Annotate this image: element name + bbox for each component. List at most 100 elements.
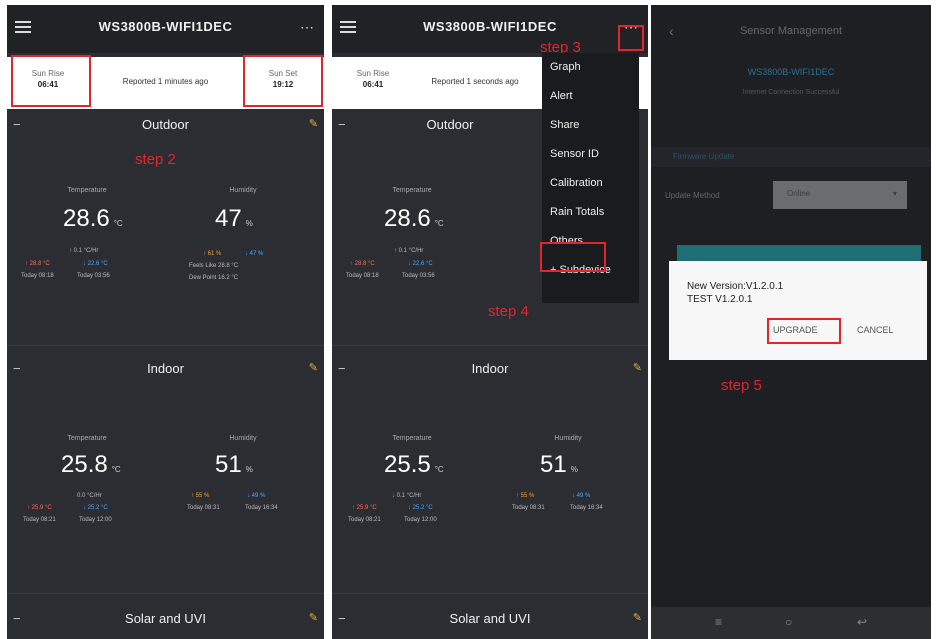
- menu-item-graph[interactable]: Graph: [542, 53, 639, 82]
- divider: [7, 345, 324, 346]
- section-title: Outdoor: [142, 117, 189, 132]
- section-title: Indoor: [147, 361, 184, 376]
- temperature-value: 25.5 °C: [384, 451, 444, 478]
- hum-low-time: Today 16:34: [245, 505, 278, 511]
- section-title: Firmware Update: [673, 152, 735, 161]
- page-title: Sensor Management: [739, 25, 843, 37]
- humidity-label: Humidity: [554, 435, 582, 442]
- hamburger-menu-icon[interactable]: [340, 21, 356, 34]
- temperature-label: Temperature: [67, 435, 107, 442]
- hum-low: ↓ 49 %: [247, 493, 266, 499]
- hum-low-time: Today 16:34: [570, 505, 603, 511]
- temp-low-time: Today 03:56: [402, 273, 435, 279]
- select-value: Online: [787, 189, 811, 198]
- sensor-management-screen: ‹ Sensor Management WS3800B-WIFI1DEC Int…: [651, 5, 931, 639]
- sunrise-box[interactable]: Sun Rise 06:41: [338, 61, 408, 103]
- hum-high: ↑ 55 %: [191, 493, 210, 499]
- solar-section-header[interactable]: − Solar and UVI ✎: [7, 607, 324, 629]
- update-method-label: Update Method: [665, 191, 720, 200]
- hamburger-menu-icon[interactable]: [15, 21, 31, 34]
- reported-text: Reported 1 minutes ago: [122, 77, 209, 86]
- upgrade-highlight: [767, 318, 841, 344]
- menu-item-sensor-id[interactable]: Sensor ID: [542, 140, 639, 169]
- temp-high: ↑ 25.9 °C: [27, 505, 52, 511]
- device-name: WS3800B-WIFI1DEC: [747, 67, 835, 77]
- device-title: WS3800B-WIFI1DEC: [423, 19, 557, 34]
- cancel-button[interactable]: CANCEL: [857, 325, 894, 335]
- hum-high: ↑ 55 %: [516, 493, 535, 499]
- temperature-value: 28.6 °C: [384, 205, 444, 232]
- sunrise-value: 06:41: [362, 80, 384, 89]
- humidity-label: Humidity: [229, 435, 257, 442]
- pin-icon[interactable]: ✎: [633, 361, 642, 374]
- back-arrow-icon[interactable]: ‹: [669, 23, 674, 39]
- hum-low: ↓ 47 %: [245, 251, 264, 257]
- menu-item-rain-totals[interactable]: Rain Totals: [542, 198, 639, 227]
- temp-high-time: Today 08:18: [21, 273, 54, 279]
- new-version-text: New Version:V1.2.0.1: [687, 281, 784, 292]
- temp-low: ↓ 25.2 °C: [83, 505, 108, 511]
- top-bar: WS3800B-WIFI1DEC ⋯: [7, 5, 324, 53]
- android-nav-bar: ≡ ○ ↩: [651, 607, 931, 639]
- pin-icon[interactable]: ✎: [309, 611, 318, 624]
- pin-icon[interactable]: ✎: [309, 117, 318, 130]
- temp-rate: 0.0 °C/Hr: [77, 493, 102, 499]
- pin-icon[interactable]: ✎: [633, 611, 642, 624]
- top-bar: WS3800B-WIFI1DEC ⋯: [332, 5, 648, 53]
- more-options-icon[interactable]: ⋯: [300, 19, 314, 36]
- divider: [332, 593, 648, 594]
- section-title: Solar and UVI: [125, 611, 206, 626]
- reported-text: Reported 1 seconds ago: [431, 77, 519, 86]
- step-label: step 5: [721, 377, 762, 394]
- sunset-highlight: [243, 55, 323, 107]
- menu-item-calibration[interactable]: Calibration: [542, 169, 639, 198]
- chevron-down-icon: ▾: [892, 189, 897, 198]
- app-screen-step2: WS3800B-WIFI1DEC ⋯ Sun Rise 06:41 Report…: [7, 5, 324, 639]
- temperature-label: Temperature: [392, 435, 432, 442]
- more-highlight: [618, 25, 644, 51]
- temperature-value: 25.8 °C: [61, 451, 121, 478]
- humidity-value: 47%: [215, 205, 253, 232]
- temp-low: ↓ 22.6 °C: [83, 261, 108, 267]
- step-label: step 4: [488, 303, 529, 320]
- temp-high: ↑ 25.9 °C: [352, 505, 377, 511]
- device-title: WS3800B-WIFI1DEC: [98, 19, 233, 34]
- temp-rate: ↓ 0.1 °C/Hr: [392, 493, 422, 499]
- step-label: step 2: [135, 151, 176, 168]
- recent-apps-icon[interactable]: ≡: [715, 615, 722, 629]
- hum-low: ↓ 49 %: [572, 493, 591, 499]
- upgrade-dialog: New Version:V1.2.0.1 TEST V1.2.0.1 UPGRA…: [669, 261, 927, 360]
- temp-high: ↑ 28.8 °C: [350, 261, 375, 267]
- solar-section-header[interactable]: − Solar and UVI ✎: [332, 607, 648, 629]
- humidity-label: Humidity: [229, 187, 257, 194]
- outdoor-section-header[interactable]: − Outdoor ✎: [7, 113, 324, 135]
- temp-high-time: Today 08:18: [346, 273, 379, 279]
- temperature-label: Temperature: [67, 187, 107, 194]
- section-title: Outdoor: [426, 117, 474, 132]
- hum-high-time: Today 08:31: [187, 505, 220, 511]
- temp-high-time: Today 08:21: [348, 517, 381, 523]
- temp-rate: ↑ 0.1 °C/Hr: [394, 248, 424, 254]
- temperature-value: 28.6 °C: [63, 205, 123, 232]
- temp-high: ↑ 28.8 °C: [25, 261, 50, 267]
- indoor-section-header[interactable]: − Indoor ✎: [332, 357, 648, 379]
- temperature-label: Temperature: [392, 187, 432, 194]
- menu-item-share[interactable]: Share: [542, 111, 639, 140]
- update-button[interactable]: [677, 245, 921, 261]
- app-screen-step3-4: WS3800B-WIFI1DEC ⋯ step 3 Sun Rise 06:41…: [332, 5, 648, 639]
- pin-icon[interactable]: ✎: [309, 361, 318, 374]
- back-nav-icon[interactable]: ↩: [857, 615, 867, 629]
- section-title: Solar and UVI: [449, 611, 531, 626]
- temp-low-time: Today 03:56: [77, 273, 110, 279]
- temp-rate: ↑ 0.1 °C/Hr: [69, 248, 99, 254]
- menu-item-alert[interactable]: Alert: [542, 82, 639, 111]
- humidity-value: 51%: [540, 451, 578, 478]
- test-version-text: TEST V1.2.0.1: [687, 294, 753, 305]
- temp-high-time: Today 08:21: [23, 517, 56, 523]
- temp-low: ↓ 25.2 °C: [408, 505, 433, 511]
- temp-low-time: Today 12:00: [79, 517, 112, 523]
- temp-low: ↓ 22.6 °C: [408, 261, 433, 267]
- home-icon[interactable]: ○: [785, 615, 792, 629]
- update-method-select[interactable]: Online ▾: [773, 181, 907, 209]
- indoor-section-header[interactable]: − Indoor ✎: [7, 357, 324, 379]
